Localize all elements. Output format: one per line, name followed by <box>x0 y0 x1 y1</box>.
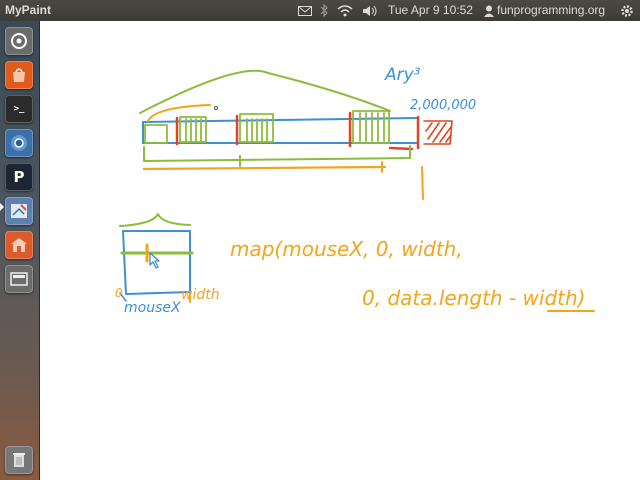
mypaint-icon[interactable] <box>5 197 33 225</box>
drawing-canvas[interactable]: Ary³ 2,000,000 map(mouseX, 0, width, 0, … <box>40 21 640 480</box>
clock[interactable]: Tue Apr 9 10:52 <box>388 3 473 17</box>
overflow-hatch <box>423 120 453 145</box>
processing-icon[interactable]: P <box>5 163 33 191</box>
zero-label: 0 <box>115 286 123 300</box>
formula-line-1: map(mouseX, 0, width, <box>230 237 463 261</box>
screen-rect <box>122 230 191 295</box>
mouse-cursor-icon <box>149 252 160 269</box>
wifi-icon[interactable] <box>337 3 353 18</box>
data-bracket-stroke <box>139 69 391 114</box>
formula-line-2: 0, data.length - width) <box>362 286 586 310</box>
dash-home-icon[interactable] <box>5 27 33 55</box>
home-folder-icon[interactable] <box>5 231 33 259</box>
launcher: >_ P <box>0 21 40 480</box>
data-bar-top <box>142 117 419 123</box>
lower-bracket <box>143 145 411 162</box>
mousex-label: mouseX <box>124 300 181 316</box>
trash-icon[interactable] <box>5 446 33 474</box>
app-title: MyPaint <box>5 3 52 17</box>
active-indicator <box>0 203 4 211</box>
volume-icon[interactable] <box>362 3 378 18</box>
mail-icon[interactable] <box>297 3 313 18</box>
user-icon[interactable] <box>483 3 495 18</box>
range-line <box>142 165 387 171</box>
chromium-icon[interactable] <box>5 129 33 157</box>
terminal-icon[interactable]: >_ <box>5 95 33 123</box>
bluetooth-icon[interactable] <box>318 3 330 18</box>
window-markers <box>144 110 390 144</box>
software-center-icon[interactable] <box>5 61 33 89</box>
gear-icon[interactable] <box>619 3 635 18</box>
workspace-switcher-icon[interactable] <box>5 265 33 293</box>
top-panel: MyPaint Tue Apr 9 10:52 funprogramming.o… <box>0 0 640 21</box>
screen-bracket <box>119 213 191 227</box>
array-label: Ary³ <box>385 65 421 85</box>
width-label: width <box>181 287 220 303</box>
user-name[interactable]: funprogramming.org <box>497 3 605 17</box>
data-size-label: 2,000,000 <box>410 98 477 113</box>
